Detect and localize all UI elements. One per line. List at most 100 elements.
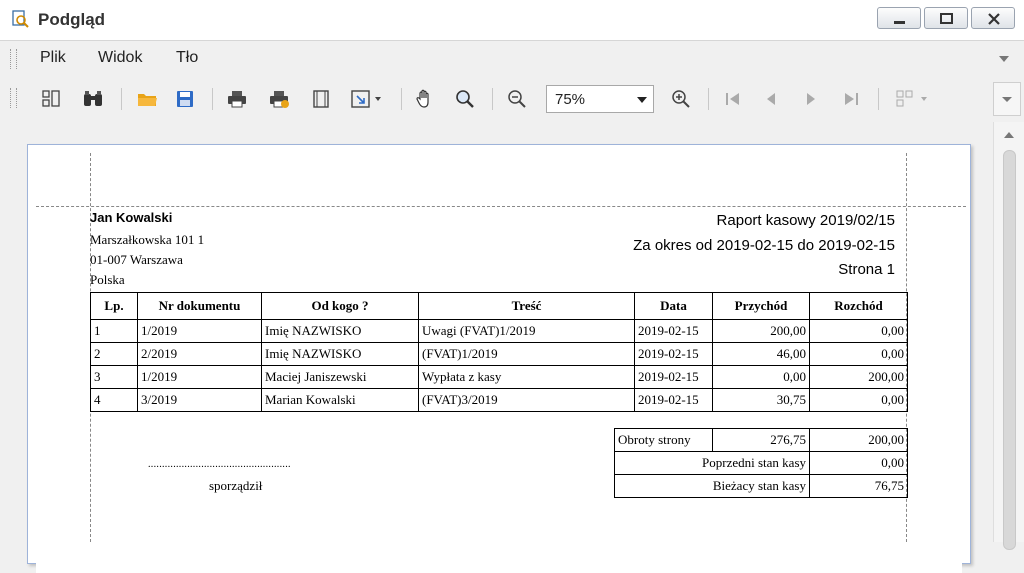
print-setup-icon[interactable] — [268, 88, 290, 110]
hand-tool-icon[interactable] — [414, 88, 436, 110]
cell-income: 0,00 — [712, 365, 810, 389]
menu-tlo[interactable]: Tło — [176, 49, 198, 67]
summary-row: Obroty strony 276,75 200,00 — [614, 428, 908, 452]
col-date: Data — [634, 292, 713, 320]
table-row: 3 1/2019 Maciej Janiszewski Wypłata z ka… — [90, 365, 908, 389]
print-icon[interactable] — [226, 88, 248, 110]
menu-bar: Plik Widok Tło — [0, 41, 1024, 75]
previous-page-icon[interactable] — [760, 88, 782, 110]
last-page-icon[interactable] — [840, 88, 862, 110]
zoom-out-icon[interactable] — [506, 88, 528, 110]
company-name: Jan Kowalski — [90, 210, 173, 225]
menu-grip[interactable] — [10, 49, 17, 69]
cell-from: Maciej Janiszewski — [261, 365, 419, 389]
thumbnails-icon[interactable] — [40, 88, 62, 110]
report-title: Raport kasowy 2019/02/15 — [716, 212, 895, 229]
menu-plik[interactable]: Plik — [40, 49, 66, 67]
page-turnover-expense: 200,00 — [809, 428, 908, 452]
chevron-down-icon[interactable] — [637, 97, 647, 103]
cell-date: 2019-02-15 — [634, 388, 713, 412]
close-button[interactable] — [971, 7, 1015, 29]
col-from: Od kogo ? — [261, 292, 419, 320]
zoom-tool-icon[interactable] — [454, 88, 476, 110]
toolbar: 75% — [0, 76, 1024, 123]
toolbar-separator — [878, 88, 879, 110]
cell-doc: 1/2019 — [137, 319, 262, 343]
toolbar-separator — [212, 88, 213, 110]
open-folder-icon[interactable] — [136, 88, 158, 110]
title-bar: Podgląd — [0, 0, 1024, 41]
col-expense: Rozchód — [809, 292, 908, 320]
zoom-select[interactable]: 75% — [546, 85, 654, 113]
preview-icon — [12, 10, 29, 28]
col-income: Przychód — [712, 292, 810, 320]
minimize-button[interactable] — [877, 7, 921, 29]
menu-widok[interactable]: Widok — [98, 49, 142, 67]
summary-row: Poprzedni stan kasy 0,00 — [614, 451, 908, 475]
page-number: Strona 1 — [838, 261, 895, 278]
cell-expense: 0,00 — [809, 342, 908, 366]
zoom-in-icon[interactable] — [670, 88, 692, 110]
cell-doc: 3/2019 — [137, 388, 262, 412]
cell-doc: 1/2019 — [137, 365, 262, 389]
page-layout-dropdown-icon[interactable] — [894, 88, 934, 110]
company-street: Marszałkowska 101 1 — [90, 232, 205, 247]
cell-lp: 3 — [90, 365, 138, 389]
first-page-icon[interactable] — [722, 88, 744, 110]
chevron-down-icon — [1002, 97, 1012, 102]
cell-expense: 0,00 — [809, 388, 908, 412]
vertical-scrollbar[interactable] — [993, 122, 1024, 550]
toolbar-separator — [121, 88, 122, 110]
page-setup-icon[interactable] — [310, 88, 332, 110]
find-icon[interactable] — [82, 88, 104, 110]
cell-content: (FVAT)1/2019 — [418, 342, 635, 366]
col-doc-number: Nr dokumentu — [137, 292, 262, 320]
maximize-button[interactable] — [924, 7, 968, 29]
cell-date: 2019-02-15 — [634, 342, 713, 366]
cell-content: Wypłata z kasy — [418, 365, 635, 389]
cell-content: Uwagi (FVAT)1/2019 — [418, 319, 635, 343]
cell-income: 30,75 — [712, 388, 810, 412]
cell-from: Imię NAZWISKO — [261, 319, 419, 343]
cell-content: (FVAT)3/2019 — [418, 388, 635, 412]
table-row: 2 2/2019 Imię NAZWISKO (FVAT)1/2019 2019… — [90, 342, 908, 366]
cell-income: 200,00 — [712, 319, 810, 343]
menu-overflow-icon[interactable] — [998, 54, 1010, 64]
cell-date: 2019-02-15 — [634, 365, 713, 389]
cell-doc: 2/2019 — [137, 342, 262, 366]
current-balance-value: 76,75 — [809, 474, 908, 498]
previous-balance-label: Poprzedni stan kasy — [614, 451, 810, 475]
company-city: 01-007 Warszawa — [90, 252, 183, 267]
cell-income: 46,00 — [712, 342, 810, 366]
maximize-icon — [940, 13, 953, 24]
close-icon — [988, 13, 1000, 25]
summary-row: Bieżacy stan kasy 76,75 — [614, 474, 908, 498]
previous-balance-value: 0,00 — [809, 451, 908, 475]
scale-dropdown-icon[interactable] — [350, 88, 386, 110]
cell-from: Imię NAZWISKO — [261, 342, 419, 366]
page-turnover-income: 276,75 — [712, 428, 810, 452]
cell-expense: 0,00 — [809, 319, 908, 343]
col-lp: Lp. — [90, 292, 138, 320]
cell-lp: 2 — [90, 342, 138, 366]
window-title: Podgląd — [38, 10, 106, 29]
next-page-icon[interactable] — [800, 88, 822, 110]
toolbar-separator — [708, 88, 709, 110]
page-turnover-label: Obroty strony — [614, 428, 713, 452]
margin-guide-top — [36, 206, 966, 207]
save-icon[interactable] — [174, 88, 196, 110]
minimize-icon — [894, 21, 905, 24]
scroll-up-icon[interactable] — [1003, 130, 1015, 140]
cell-lp: 1 — [90, 319, 138, 343]
report-period: Za okres od 2019-02-15 do 2019-02-15 — [633, 237, 895, 254]
cell-from: Marian Kowalski — [261, 388, 419, 412]
signature-label: sporządził — [209, 478, 263, 493]
toolbar-separator — [401, 88, 402, 110]
cell-date: 2019-02-15 — [634, 319, 713, 343]
toolbar-overflow-button[interactable] — [993, 82, 1021, 116]
toolbar-separator — [492, 88, 493, 110]
scrollbar-thumb[interactable] — [1003, 150, 1016, 550]
table-row: 4 3/2019 Marian Kowalski (FVAT)3/2019 20… — [90, 388, 908, 412]
toolbar-grip[interactable] — [10, 88, 17, 108]
table-row: 1 1/2019 Imię NAZWISKO Uwagi (FVAT)1/201… — [90, 319, 908, 343]
